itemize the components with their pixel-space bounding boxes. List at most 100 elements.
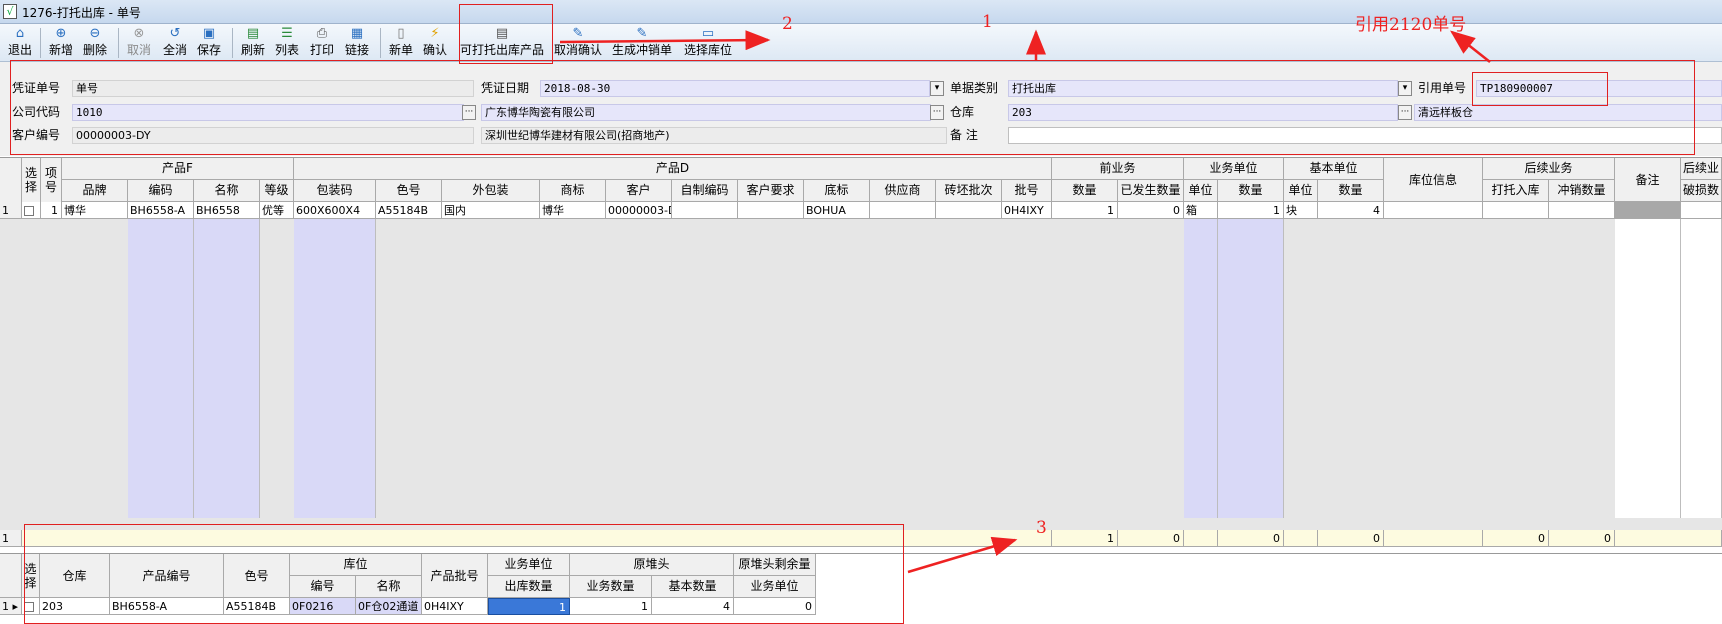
- cell-code[interactable]: BH6558-A: [128, 202, 194, 219]
- cell-base-qty[interactable]: 4: [1318, 202, 1384, 219]
- list-button[interactable]: ☰ 列表: [272, 26, 302, 60]
- col-occurred-qty[interactable]: 已发生数量: [1118, 180, 1184, 202]
- col-supplier[interactable]: 供应商: [870, 180, 936, 202]
- generate-offset-button[interactable]: ✎ 生成冲销单: [610, 26, 674, 60]
- col-batch-no[interactable]: 批号: [1002, 180, 1052, 202]
- add-button[interactable]: ⊕ 新增: [46, 26, 76, 60]
- cell-cust-req[interactable]: [738, 202, 804, 219]
- delete-button[interactable]: ⊖ 删除: [80, 26, 110, 60]
- group-prev-business: 前业务: [1052, 158, 1184, 180]
- col-code[interactable]: 编码: [128, 180, 194, 202]
- col-brand[interactable]: 品牌: [62, 180, 128, 202]
- cell-biz-unit[interactable]: 箱: [1184, 202, 1218, 219]
- location-icon: ▭: [701, 26, 715, 41]
- col-customer[interactable]: 客户: [606, 180, 672, 202]
- col-biz-unit[interactable]: 单位: [1184, 180, 1218, 202]
- cell-grade[interactable]: 优等: [260, 202, 294, 219]
- cell-outer-pack[interactable]: 国内: [442, 202, 540, 219]
- col-prev-qty[interactable]: 数量: [1052, 180, 1118, 202]
- annotation-box-toolbar: [459, 4, 553, 64]
- cell-pack-code[interactable]: 600X600X4: [294, 202, 376, 219]
- col-name[interactable]: 名称: [194, 180, 260, 202]
- generate-icon: ✎: [636, 26, 648, 41]
- cell-location-info[interactable]: [1384, 202, 1483, 219]
- save-icon: ▣: [202, 26, 216, 41]
- footer-base-unit: [1284, 530, 1318, 547]
- cell-biz-qty[interactable]: 1: [1218, 202, 1284, 219]
- cell-offset-qty[interactable]: [1549, 202, 1615, 219]
- cancel-button[interactable]: ⊗ 取消: [124, 26, 154, 60]
- refresh-button[interactable]: ▤ 刷新: [238, 26, 268, 60]
- footer-pallet-in: 0: [1483, 530, 1549, 547]
- col-base-qty[interactable]: 数量: [1318, 180, 1384, 202]
- col-outer-pack[interactable]: 外包装: [442, 180, 540, 202]
- annotation-box-subgrid: [24, 524, 904, 624]
- remove-icon: ⊖: [89, 26, 101, 41]
- cell-occurred-qty[interactable]: 0: [1118, 202, 1184, 219]
- footer-location: [1384, 530, 1483, 547]
- col-pallet-in[interactable]: 打托入库: [1483, 180, 1549, 202]
- col-biz-qty[interactable]: 数量: [1218, 180, 1284, 202]
- cell-supplier[interactable]: [870, 202, 936, 219]
- sub-row-header[interactable]: 1 ▸: [0, 598, 22, 615]
- col-cust-req[interactable]: 客户要求: [738, 180, 804, 202]
- detail-grid: 选择 项号 产品F 产品D 前业务 业务单位 基本单位 库位信息 后续业务 备注…: [0, 157, 1722, 547]
- footer-base-qty: 0: [1318, 530, 1384, 547]
- cell-prev-qty[interactable]: 1: [1052, 202, 1118, 219]
- select-location-button[interactable]: ▭ 选择库位: [682, 26, 734, 60]
- row-header-1[interactable]: 1: [0, 202, 22, 219]
- sub-row-header-corner: [0, 554, 22, 598]
- save-button[interactable]: ▣ 保存: [194, 26, 224, 60]
- group-business-unit: 业务单位: [1184, 158, 1284, 180]
- col-self-code[interactable]: 自制编码: [672, 180, 738, 202]
- group-product-d: 产品D: [294, 158, 1052, 180]
- group-base-unit: 基本单位: [1284, 158, 1384, 180]
- cell-self-code[interactable]: [672, 202, 738, 219]
- footer-tail: [1615, 530, 1722, 547]
- cell-brand[interactable]: 博华: [62, 202, 128, 219]
- footer-biz-unit: [1184, 530, 1218, 547]
- row-select-checkbox[interactable]: [22, 202, 41, 219]
- footer-prev-qty: 1: [1052, 530, 1118, 547]
- col-location-info[interactable]: 库位信息: [1384, 158, 1483, 202]
- cell-bottom-mark[interactable]: BOHUA: [804, 202, 870, 219]
- cell-customer[interactable]: 00000003-DY: [606, 202, 672, 219]
- col-offset-qty[interactable]: 冲销数量: [1549, 180, 1615, 202]
- cell-batch-no[interactable]: 0H4IXY: [1002, 202, 1052, 219]
- cell-brick-batch[interactable]: [936, 202, 1002, 219]
- cancel-all-button[interactable]: ↺ 全消: [160, 26, 190, 60]
- annotation-box-ref: [1472, 72, 1608, 106]
- footer-offset-qty: 0: [1549, 530, 1615, 547]
- confirm-button[interactable]: ⚡ 确认: [420, 26, 450, 60]
- footer-occurred-qty: 0: [1118, 530, 1184, 547]
- col-trademark[interactable]: 商标: [540, 180, 606, 202]
- col-grade[interactable]: 等级: [260, 180, 294, 202]
- cell-name[interactable]: BH6558: [194, 202, 260, 219]
- annotation-box-header: [10, 60, 1695, 155]
- cell-base-unit[interactable]: 块: [1284, 202, 1318, 219]
- print-button[interactable]: ⎙ 打印: [307, 26, 337, 60]
- annotation-label-1: 1: [982, 12, 993, 32]
- col-base-unit[interactable]: 单位: [1284, 180, 1318, 202]
- link-button[interactable]: ▦ 链接: [342, 26, 372, 60]
- cell-item-no[interactable]: 1: [41, 202, 62, 219]
- print-icon: ⎙: [316, 26, 328, 41]
- cell-damage[interactable]: [1681, 202, 1722, 219]
- col-bottom-mark[interactable]: 底标: [804, 180, 870, 202]
- cancel-confirm-button[interactable]: ✎ 取消确认: [552, 26, 604, 60]
- col-pack-code[interactable]: 包装码: [294, 180, 376, 202]
- col-brick-batch[interactable]: 砖坯批次: [936, 180, 1002, 202]
- cell-remark[interactable]: [1615, 202, 1681, 219]
- col-color-no[interactable]: 色号: [376, 180, 442, 202]
- list-icon: ☰: [281, 26, 293, 41]
- confirm-icon: ⚡: [430, 26, 440, 41]
- col-damage[interactable]: 破损数: [1681, 180, 1722, 202]
- new-doc-button[interactable]: ▯ 新单: [386, 26, 416, 60]
- col-remark[interactable]: 备注: [1615, 158, 1681, 202]
- cell-pallet-in[interactable]: [1483, 202, 1549, 219]
- exit-button[interactable]: ⌂ 退出: [4, 26, 36, 60]
- cell-color-no[interactable]: A55184B: [376, 202, 442, 219]
- cell-trademark[interactable]: 博华: [540, 202, 606, 219]
- group-product-f: 产品F: [62, 158, 294, 180]
- add-icon: ⊕: [55, 26, 67, 41]
